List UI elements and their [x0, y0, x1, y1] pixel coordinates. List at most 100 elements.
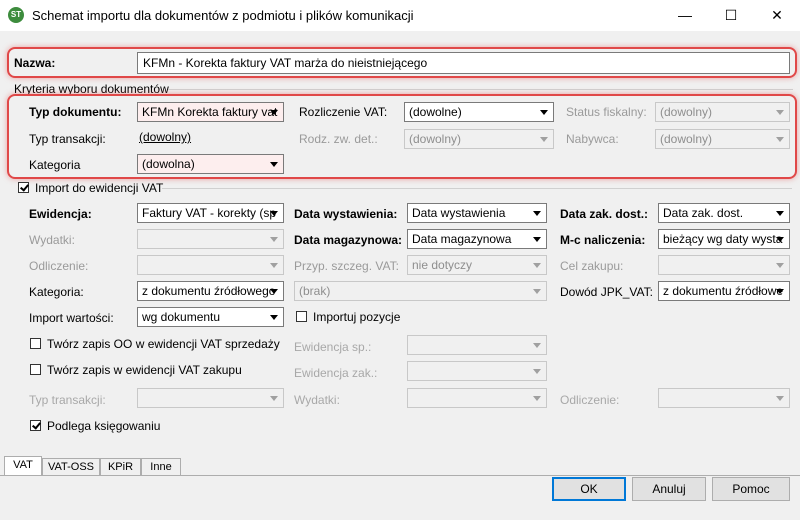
accrual-month-value: bieżący wg daty wysta — [663, 232, 783, 246]
chevron-down-icon — [533, 237, 541, 242]
chevron-down-icon — [776, 110, 784, 115]
transaction-type-label: Typ transakcji: — [29, 132, 106, 146]
issue-date-select[interactable]: Data wystawienia — [407, 203, 547, 223]
create-oo-checkbox[interactable] — [30, 338, 41, 349]
name-input[interactable]: KFMn - Korekta faktury VAT marża do niei… — [137, 52, 790, 74]
vat-settlement-select[interactable]: (dowolne) — [404, 102, 554, 122]
doc-type-value: KFMn Korekta faktury vat — [142, 105, 278, 119]
category-criteria-value: (dowolna) — [142, 157, 195, 171]
category-criteria-label: Kategoria — [29, 158, 81, 172]
delivery-date-select[interactable]: Data zak. dost. — [658, 203, 790, 223]
special-vat-case-select: nie dotyczy — [407, 255, 547, 275]
accrual-month-select[interactable]: bieżący wg daty wysta — [658, 229, 790, 249]
help-button[interactable]: Pomoc — [712, 477, 790, 501]
transaction-type-2-select — [137, 388, 284, 408]
close-button[interactable]: ✕ — [754, 0, 800, 31]
chevron-down-icon — [270, 289, 278, 294]
cancel-button[interactable]: Anuluj — [632, 477, 706, 501]
special-vat-case-label: Przyp. szczeg. VAT: — [294, 259, 399, 273]
jpk-proof-label: Dowód JPK_VAT: — [560, 285, 653, 299]
chevron-down-icon — [270, 237, 278, 242]
tab-vat-oss[interactable]: VAT-OSS — [42, 458, 100, 475]
chevron-down-icon — [533, 263, 541, 268]
import-vat-label: Import do ewidencji VAT — [35, 181, 164, 195]
purchase-register-label: Ewidencja zak.: — [294, 366, 378, 380]
accrual-month-label: M-c naliczenia: — [560, 233, 646, 247]
retail-exemption-value: (dowolny) — [409, 132, 462, 146]
import-values-value: wg dokumentu — [142, 310, 221, 324]
chevron-down-icon — [776, 211, 784, 216]
buyer-select: (dowolny) — [655, 129, 790, 149]
transaction-type-2-label: Typ transakcji: — [29, 393, 106, 407]
fiscal-status-label: Status fiskalny: — [566, 105, 647, 119]
vat-settlement-label: Rozliczenie VAT: — [299, 105, 388, 119]
chevron-down-icon — [270, 315, 278, 320]
transaction-type-link[interactable]: (dowolny) — [139, 129, 191, 145]
create-purchase-checkbox[interactable] — [30, 364, 41, 375]
category-label: Kategoria: — [29, 285, 84, 299]
create-purchase-label: Twórz zapis w ewidencji VAT zakupu — [47, 363, 242, 377]
chevron-down-icon — [270, 211, 278, 216]
delivery-date-label: Data zak. dost.: — [560, 207, 649, 221]
jpk-proof-value: z dokumentu źródłowe — [663, 284, 784, 298]
chevron-down-icon — [270, 263, 278, 268]
sales-register-label: Ewidencja sp.: — [294, 340, 372, 354]
chevron-down-icon — [776, 396, 784, 401]
chevron-down-icon — [270, 396, 278, 401]
chevron-down-icon — [540, 137, 548, 142]
criteria-divider — [168, 89, 793, 90]
vat-settlement-value: (dowolne) — [409, 105, 462, 119]
chevron-down-icon — [533, 289, 541, 294]
deduction-label: Odliczenie: — [29, 259, 89, 273]
chevron-down-icon — [540, 110, 548, 115]
purchase-register-select — [407, 361, 547, 381]
chevron-down-icon — [533, 343, 541, 348]
name-label: Nazwa: — [14, 56, 56, 70]
fiscal-status-value: (dowolny) — [660, 105, 713, 119]
import-vat-divider — [162, 188, 792, 189]
posting-checkbox[interactable] — [30, 420, 41, 431]
expenses-label: Wydatki: — [29, 233, 75, 247]
deduction-2-select — [658, 388, 790, 408]
chevron-down-icon — [533, 369, 541, 374]
category-value: z dokumentu źródłowego — [142, 284, 276, 298]
create-oo-label: Twórz zapis OO w ewidencji VAT sprzedaży — [47, 337, 280, 351]
chevron-down-icon — [776, 263, 784, 268]
delivery-date-value: Data zak. dost. — [663, 206, 744, 220]
import-items-checkbox[interactable] — [296, 311, 307, 322]
minimize-button[interactable]: — — [662, 0, 708, 31]
tab-vat[interactable]: VAT — [4, 456, 42, 475]
chevron-down-icon — [270, 110, 278, 115]
ok-button[interactable]: OK — [552, 477, 626, 501]
import-vat-checkbox[interactable] — [18, 182, 29, 193]
tab-inne[interactable]: Inne — [141, 458, 181, 475]
category-detail-value: (brak) — [299, 284, 331, 298]
issue-date-value: Data wystawienia — [412, 206, 506, 220]
register-value: Faktury VAT - korekty (sp — [142, 206, 277, 220]
maximize-button[interactable]: ☐ — [708, 0, 754, 31]
deduction-select — [137, 255, 284, 275]
jpk-proof-select[interactable]: z dokumentu źródłowe — [658, 281, 790, 301]
buyer-value: (dowolny) — [660, 132, 713, 146]
chevron-down-icon — [270, 162, 278, 167]
register-select[interactable]: Faktury VAT - korekty (sp — [137, 203, 284, 223]
buyer-label: Nabywca: — [566, 132, 619, 146]
chevron-down-icon — [776, 289, 784, 294]
tab-kpir[interactable]: KPiR — [100, 458, 141, 475]
category-detail-select: (brak) — [294, 281, 547, 301]
import-values-select[interactable]: wg dokumentu — [137, 307, 284, 327]
chevron-down-icon — [533, 211, 541, 216]
app-logo-icon: ST — [8, 7, 24, 23]
window-title: Schemat importu dla dokumentów z podmiot… — [32, 8, 414, 23]
title-bar: ST Schemat importu dla dokumentów z podm… — [0, 0, 800, 31]
issue-date-label: Data wystawienia: — [294, 207, 398, 221]
expenses-2-label: Wydatki: — [294, 393, 340, 407]
category-criteria-select[interactable]: (dowolna) — [137, 154, 284, 174]
category-select[interactable]: z dokumentu źródłowego — [137, 281, 284, 301]
doc-type-label: Typ dokumentu: — [29, 105, 122, 119]
expenses-2-select — [407, 388, 547, 408]
purchase-purpose-label: Cel zakupu: — [560, 259, 624, 273]
warehouse-date-select[interactable]: Data magazynowa — [407, 229, 547, 249]
doc-type-select[interactable]: KFMn Korekta faktury vat — [137, 102, 284, 122]
expenses-select — [137, 229, 284, 249]
